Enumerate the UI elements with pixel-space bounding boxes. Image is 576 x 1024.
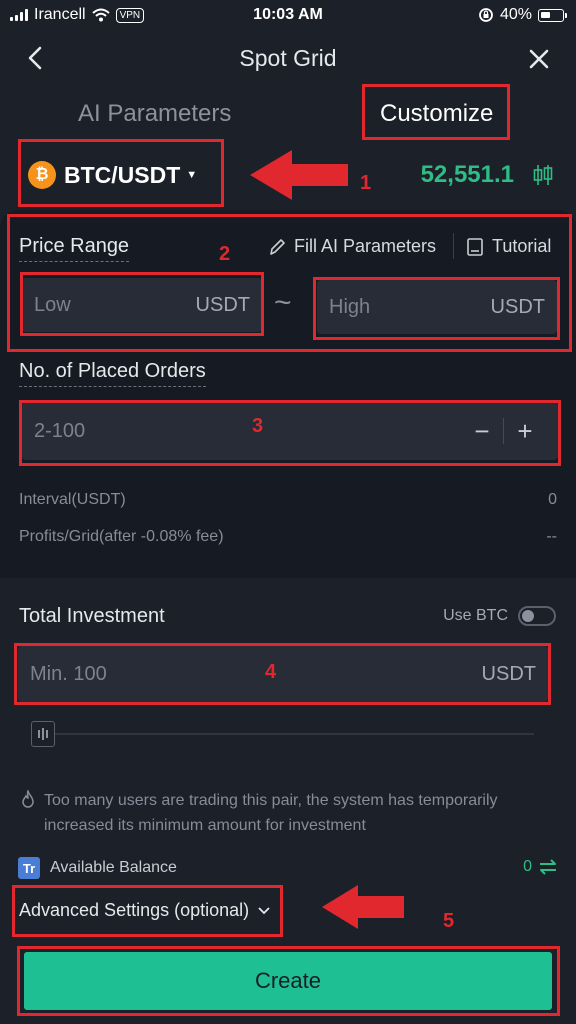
warning-text: Too many users are trading this pair, th… (44, 792, 498, 834)
placed-orders-label[interactable]: No. of Placed Orders (19, 360, 206, 387)
tab-ai-parameters[interactable]: AI Parameters (78, 100, 231, 128)
investment-slider-track[interactable] (42, 733, 534, 735)
slider-handle[interactable] (31, 721, 55, 747)
interval-label: Interval(USDT) (19, 491, 126, 508)
balance-value: 0 (523, 858, 532, 875)
orientation-lock-icon (479, 8, 493, 22)
transfer-icon (540, 859, 556, 875)
use-btc-toggle[interactable] (518, 606, 556, 626)
profit-row: Profits/Grid(after -0.08% fee) -- (19, 528, 557, 546)
annotation-box-customize (362, 84, 510, 140)
annotation-number-1: 1 (360, 172, 372, 194)
annotation-box-high (313, 277, 560, 340)
interval-value: 0 (548, 491, 557, 508)
candlestick-chart-icon[interactable] (532, 163, 554, 187)
warning-notice: Too many users are trading this pair, th… (20, 788, 560, 838)
fire-icon (22, 790, 34, 808)
battery-percent: 40% (499, 6, 532, 23)
annotation-number-5: 5 (443, 910, 455, 932)
annotation-number-2: 2 (219, 243, 231, 265)
profit-label: Profits/Grid(after -0.08% fee) (19, 528, 224, 545)
annotation-number-4: 4 (265, 661, 277, 683)
use-btc-toggle-group: Use BTC (443, 606, 556, 626)
page-title: Spot Grid (239, 45, 337, 71)
status-right: 40% (478, 6, 567, 24)
annotation-box-pair (18, 139, 224, 207)
annotation-box-create (17, 946, 560, 1016)
total-investment-label: Total Investment (19, 605, 165, 627)
close-icon[interactable] (524, 44, 554, 74)
annotation-box-advanced (12, 885, 283, 937)
annotation-arrow-advanced (322, 885, 404, 929)
annotation-arrow-pair (250, 150, 348, 200)
annotation-box-orders (19, 400, 561, 466)
annotation-number-3: 3 (252, 415, 264, 437)
interval-row: Interval(USDT) 0 (19, 491, 557, 509)
current-price: 52,551.1 (420, 161, 514, 188)
annotation-box-investment (14, 643, 551, 705)
available-balance: Tr Available Balance (18, 857, 177, 879)
annotation-box-low (20, 272, 264, 336)
balance-label: Available Balance (50, 859, 177, 876)
battery-icon (538, 8, 567, 22)
balance-value-group[interactable]: 0 (523, 858, 558, 876)
use-btc-label: Use BTC (443, 607, 508, 624)
tr-icon: Tr (18, 857, 40, 879)
profit-value: -- (546, 528, 557, 545)
status-bar: Irancell VPN 10:03 AM 40% (0, 0, 576, 32)
